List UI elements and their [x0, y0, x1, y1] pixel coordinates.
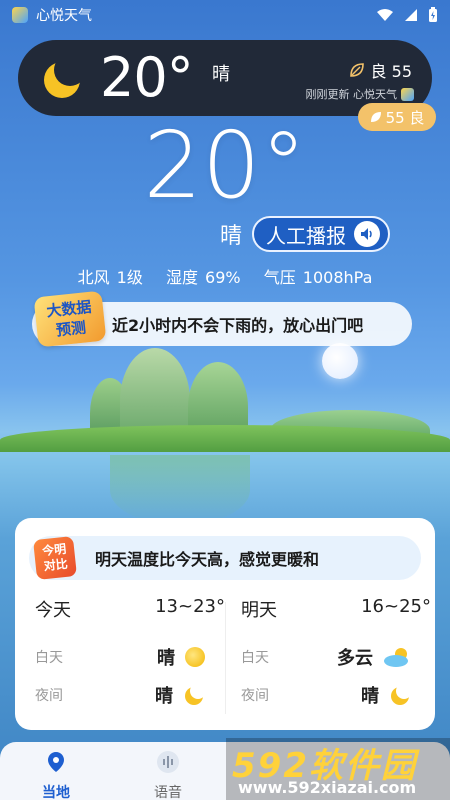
pill-temperature: 20°: [100, 46, 194, 109]
signal-icon: [405, 9, 417, 21]
broadcast-button[interactable]: 人工播报: [252, 216, 391, 252]
tab-voice-label: 语音: [154, 785, 182, 800]
compare-badge: 今明 对比: [33, 536, 77, 580]
location-pin-icon: [48, 752, 64, 772]
leaf-icon: [349, 63, 364, 77]
today-night-label: 夜间: [35, 688, 63, 704]
battery-charging-icon: [429, 7, 437, 22]
tomorrow-night-row: 夜间 晴: [241, 682, 411, 708]
cloud-sun-icon: [384, 648, 408, 667]
tomorrow-night-label: 夜间: [241, 688, 269, 704]
humidity-text: 湿度 69%: [165, 268, 241, 287]
crescent-moon-icon: [44, 62, 80, 98]
today-day-label: 白天: [35, 650, 63, 666]
compare-badge-line2: 对比: [43, 556, 69, 574]
moon-icon: [391, 687, 409, 705]
wind-text: 北风 1级: [77, 268, 143, 287]
today-range: 13~23°: [155, 596, 225, 617]
wifi-icon: [377, 9, 393, 21]
today-label: 今天: [35, 600, 71, 621]
speaker-icon: [354, 221, 381, 247]
today-night-value: 晴: [155, 686, 173, 707]
grass-decoration: [0, 425, 450, 455]
compare-summary[interactable]: 今明 对比 明天温度比今天高，感觉更暖和: [29, 536, 421, 580]
today-day-value: 晴: [157, 648, 175, 669]
pill-condition: 晴: [212, 64, 230, 85]
today-header: 今天 13~23°: [35, 596, 225, 622]
status-bar: 心悦天气: [0, 0, 450, 30]
condition-row: 晴 人工播报: [220, 216, 391, 252]
app-logo-icon: [12, 7, 28, 23]
tab-local-label: 当地: [42, 785, 70, 800]
moon-icon: [185, 687, 203, 705]
reflection-decoration: [110, 455, 250, 525]
weather-details: 北风 1级 湿度 69% 气压 1008hPa: [0, 264, 450, 288]
tomorrow-label: 明天: [241, 600, 277, 621]
compare-text: 明天温度比今天高，感觉更暖和: [95, 550, 320, 569]
broadcast-label: 人工播报: [266, 223, 347, 248]
tomorrow-day-row: 白天 多云: [241, 644, 411, 670]
column-divider: [225, 602, 226, 714]
pill-aqi: 良 55: [349, 58, 412, 82]
rain-forecast-text: 近2小时内不会下雨的，放心出门吧: [112, 316, 364, 335]
status-app-name: 心悦天气: [36, 8, 92, 24]
status-icons: [376, 7, 438, 23]
app-logo-icon: [401, 87, 414, 101]
moon-decoration: [322, 343, 358, 379]
current-temperature: 20°: [143, 112, 307, 219]
big-data-badge: 大数据 预测: [33, 290, 107, 348]
tomorrow-day-value: 多云: [337, 648, 373, 669]
sun-icon: [185, 647, 205, 667]
tab-local[interactable]: 当地: [26, 750, 86, 800]
current-condition: 晴: [220, 224, 243, 249]
pill-aqi-text: 良 55: [370, 62, 412, 81]
watermark-url: www.592xiazai.com: [238, 778, 417, 797]
tomorrow-night-value: 晴: [361, 686, 379, 707]
today-day-row: 白天 晴: [35, 644, 205, 670]
compare-card: 今明 对比 明天温度比今天高，感觉更暖和 今天 13~23° 白天 晴 夜间 晴…: [15, 518, 435, 730]
watermark-overlay: 592软件园 www.592xiazai.com: [226, 738, 450, 800]
tomorrow-range: 16~25°: [361, 596, 431, 617]
tomorrow-column[interactable]: 明天 16~25° 白天 多云 夜间 晴: [241, 596, 431, 716]
pill-update-info: 刚刚更新 心悦天气: [305, 86, 414, 102]
tomorrow-day-label: 白天: [241, 650, 269, 666]
pill-update-text: 刚刚更新 心悦天气: [305, 88, 398, 101]
tomorrow-header: 明天 16~25°: [241, 596, 431, 622]
tab-voice[interactable]: 语音: [138, 750, 198, 800]
pressure-text: 气压 1008hPa: [263, 268, 373, 287]
today-night-row: 夜间 晴: [35, 682, 205, 708]
today-column[interactable]: 今天 13~23° 白天 晴 夜间 晴: [35, 596, 225, 716]
voice-wave-icon: [157, 751, 179, 773]
